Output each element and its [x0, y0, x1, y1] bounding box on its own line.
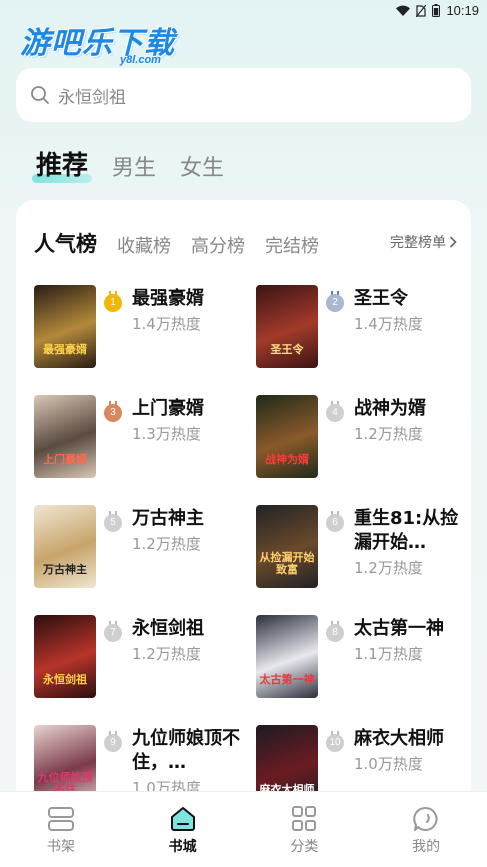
bottom-nav: 书架 书城 分类 我的: [0, 791, 487, 867]
book-cover-text: 战神为婿: [265, 452, 309, 466]
book-cover-text: 上门豪婿: [43, 452, 87, 466]
book-heat: 1.4万热度: [354, 315, 423, 333]
book-title: 重生81:从捡漏开始…: [354, 508, 459, 553]
book-heat: 1.2万热度: [132, 645, 201, 663]
bookshelf-icon: [47, 807, 74, 831]
rank-number: 5: [104, 514, 122, 532]
book-title: 九位师娘顶不住，…: [132, 728, 240, 773]
book-item[interactable]: 从捡漏开始致富 6 重生81:从捡漏开始… 1.2万热度: [256, 505, 466, 595]
nav-bookshelf-label: 书架: [46, 839, 75, 855]
profile-icon: [413, 806, 438, 831]
book-item[interactable]: 上门豪婿 3 上门豪婿 1.3万热度: [34, 395, 244, 485]
ranking-card: 人气榜 收藏榜 高分榜 完结榜 完整榜单 最强豪婿 1 最强豪婿 1.4万热度 圣王令 2…: [16, 200, 471, 820]
book-title: 最强豪婿: [132, 288, 204, 309]
nav-profile[interactable]: 我的: [365, 792, 487, 867]
rank-badge: 1: [104, 291, 122, 312]
search-icon: [31, 86, 49, 104]
book-title: 麻衣大相师: [354, 728, 444, 749]
rank-badge: 8: [326, 621, 344, 642]
rank-number: 10: [326, 734, 344, 752]
rank-badge: 10: [326, 731, 344, 752]
book-item[interactable]: 太古第一神 8 太古第一神 1.1万热度: [256, 615, 466, 705]
book-list: 最强豪婿 1 最强豪婿 1.4万热度 圣王令 2 圣王令 1.4万热度 上门豪婿 3 上门豪婿 1.3…: [16, 200, 471, 820]
book-heat: 1.2万热度: [132, 535, 201, 553]
book-heat: 1.0万热度: [354, 755, 423, 773]
rank-number: 7: [104, 624, 122, 642]
book-item[interactable]: 万古神主 5 万古神主 1.2万热度: [34, 505, 244, 595]
category-icon: [292, 806, 317, 831]
book-cover[interactable]: 最强豪婿: [34, 285, 96, 368]
rank-number: 1: [104, 294, 122, 312]
nav-profile-label: 我的: [412, 839, 441, 855]
book-cover[interactable]: 从捡漏开始致富: [256, 505, 318, 588]
battery-icon: [432, 4, 441, 17]
book-title: 太古第一神: [354, 618, 444, 639]
book-cover-text: 万古神主: [43, 562, 87, 576]
rank-badge: 3: [104, 401, 122, 422]
book-cover[interactable]: 战神为婿: [256, 395, 318, 478]
rank-number: 4: [326, 404, 344, 422]
book-title: 圣王令: [354, 288, 408, 309]
book-title: 上门豪婿: [132, 398, 204, 419]
book-title: 万古神主: [132, 508, 204, 529]
book-cover-text: 永恒剑祖: [43, 672, 87, 686]
rank-number: 6: [326, 514, 344, 532]
status-time: 10:19: [446, 3, 479, 18]
book-heat: 1.2万热度: [354, 425, 423, 443]
rank-badge: 9: [104, 731, 122, 752]
book-title: 战神为婿: [354, 398, 426, 419]
nav-bookshelf[interactable]: 书架: [0, 792, 122, 867]
book-cover[interactable]: 上门豪婿: [34, 395, 96, 478]
rank-badge: 6: [326, 511, 344, 532]
book-item[interactable]: 永恒剑祖 7 永恒剑祖 1.2万热度: [34, 615, 244, 705]
book-cover-text: 从捡漏开始致富: [259, 550, 315, 576]
book-cover[interactable]: 圣王令: [256, 285, 318, 368]
bookstore-icon: [170, 807, 195, 831]
book-heat: 1.3万热度: [132, 425, 201, 443]
rank-badge: 7: [104, 621, 122, 642]
book-cover-text: 最强豪婿: [43, 342, 87, 356]
rank-badge: 2: [326, 291, 344, 312]
logo-sub: y8l.com: [120, 54, 161, 66]
rank-number: 2: [326, 294, 344, 312]
book-heat: 1.2万热度: [354, 559, 423, 577]
rank-badge: 5: [104, 511, 122, 532]
main-tabs: 推荐 男生 女生: [31, 145, 224, 183]
book-heat: 1.4万热度: [132, 315, 201, 333]
book-item[interactable]: 最强豪婿 1 最强豪婿 1.4万热度: [34, 285, 244, 375]
book-cover[interactable]: 万古神主: [34, 505, 96, 588]
book-heat: 1.1万热度: [354, 645, 423, 663]
nav-category[interactable]: 分类: [244, 792, 366, 867]
wifi-icon: [396, 5, 411, 16]
search-placeholder: 永恒剑祖: [58, 87, 126, 108]
nav-bookstore[interactable]: 书城: [122, 792, 244, 867]
book-cover-text: 太古第一神: [259, 672, 315, 686]
search-bar[interactable]: 永恒剑祖: [16, 68, 471, 122]
app-logo: 游吧乐下载 y8l.com: [20, 16, 190, 66]
tab-female[interactable]: 女生: [180, 150, 224, 182]
book-item[interactable]: 圣王令 2 圣王令 1.4万热度: [256, 285, 466, 375]
rank-number: 3: [104, 404, 122, 422]
book-cover-text: 圣王令: [270, 342, 304, 356]
book-item[interactable]: 战神为婿 4 战神为婿 1.2万热度: [256, 395, 466, 485]
rank-number: 8: [326, 624, 344, 642]
book-cover[interactable]: 永恒剑祖: [34, 615, 96, 698]
tab-recommend[interactable]: 推荐: [31, 145, 93, 183]
tab-male[interactable]: 男生: [112, 150, 156, 182]
nav-category-label: 分类: [290, 839, 319, 855]
nav-bookstore-label: 书城: [168, 839, 197, 855]
book-cover[interactable]: 太古第一神: [256, 615, 318, 698]
rank-badge: 4: [326, 401, 344, 422]
no-sim-icon: [416, 4, 427, 17]
rank-number: 9: [104, 734, 122, 752]
book-title: 永恒剑祖: [132, 618, 204, 639]
